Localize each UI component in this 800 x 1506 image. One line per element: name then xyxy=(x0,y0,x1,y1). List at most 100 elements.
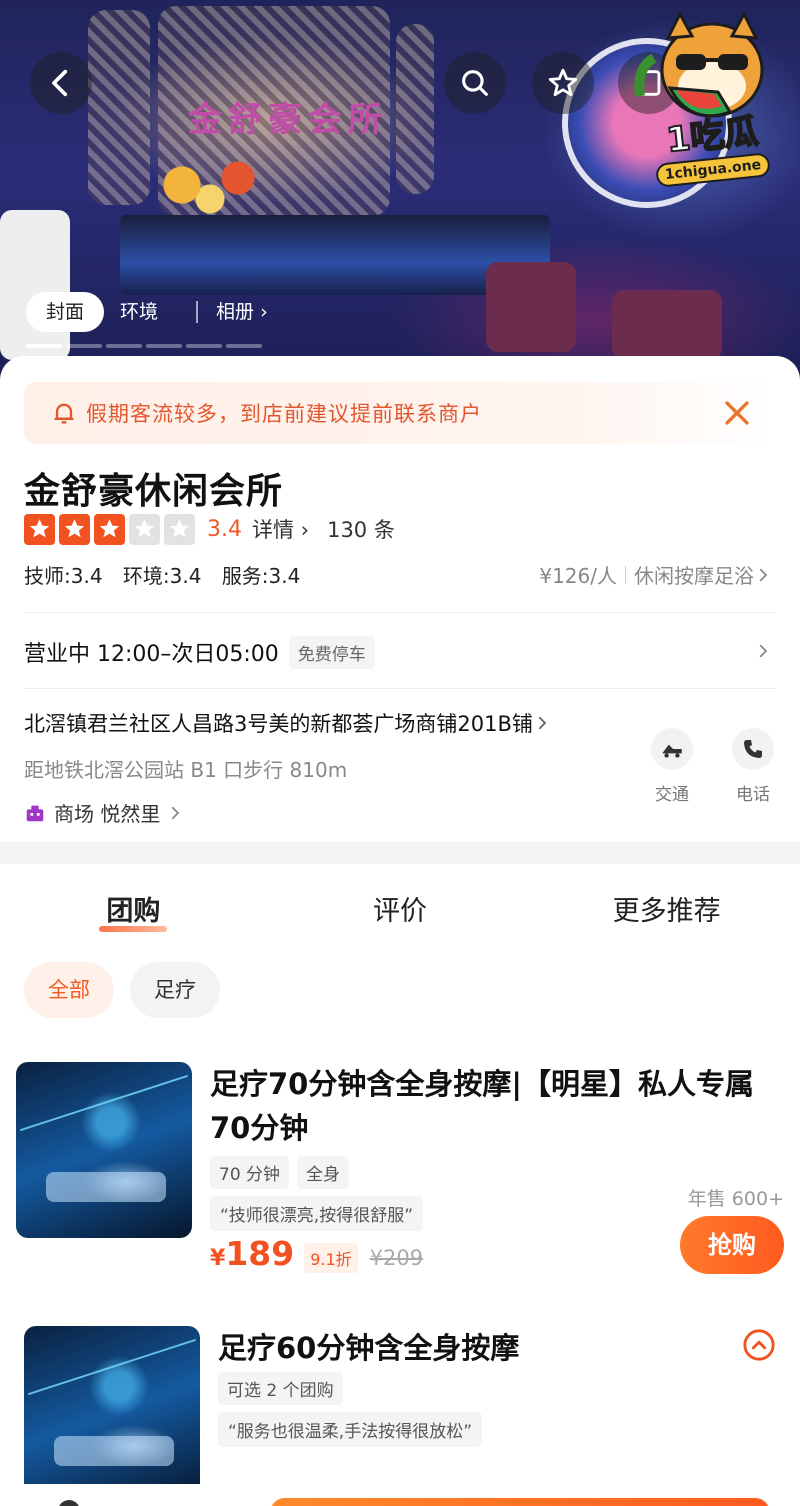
deal-review-quote: “技师很漂亮,按得很舒服” xyxy=(210,1196,424,1231)
tab-more-recommendations[interactable]: 更多推荐 xyxy=(533,890,800,940)
chevron-right-icon[interactable] xyxy=(754,642,772,660)
price-category-link[interactable]: ¥126/人 休闲按摩足浴 xyxy=(539,560,772,589)
score-technician: 技师:3.4 xyxy=(24,564,103,588)
deal-image xyxy=(16,1062,192,1238)
mall-link[interactable]: 商场 悦然里 xyxy=(24,798,184,827)
hero-chair xyxy=(612,290,722,360)
address-link[interactable]: 北滘镇君兰社区人昌路3号美的新都荟广场商铺201B铺 xyxy=(24,708,551,738)
deal-image-bed xyxy=(54,1436,174,1466)
hero-tabs: 封面 环境 相册 › xyxy=(26,292,284,332)
hero-flowers xyxy=(140,150,280,220)
back-button[interactable] xyxy=(30,52,92,114)
deal-tag: 全身 xyxy=(297,1156,350,1189)
score-environment: 环境:3.4 xyxy=(122,564,202,588)
deal-price: ¥189 xyxy=(210,1234,294,1273)
star-rating xyxy=(24,513,199,545)
phone-label: 电话 xyxy=(736,785,770,805)
deal-price-row: ¥189 9.1折 ¥209 xyxy=(210,1234,423,1273)
hero-chair xyxy=(486,262,576,352)
chevron-right-icon xyxy=(172,806,180,819)
chevron-right-icon xyxy=(538,716,547,730)
carousel-dot xyxy=(226,344,262,348)
score-service: 服务:3.4 xyxy=(221,564,301,588)
notice-banner: 假期客流较多，到店前建议提前联系商户 xyxy=(24,382,776,444)
phone-button[interactable]: 电话 xyxy=(723,728,783,805)
filter-chip-all[interactable]: 全部 xyxy=(24,962,114,1018)
deal-image-light xyxy=(19,1074,189,1132)
divider xyxy=(24,612,776,613)
tab-group-buy[interactable]: 团购 xyxy=(0,890,267,940)
business-hours-row[interactable]: 营业中 12:00–次日05:00 免费停车 xyxy=(24,634,375,670)
deal-tag: 70 分钟 xyxy=(210,1156,290,1189)
chevron-right-icon: › xyxy=(260,301,268,323)
deal-filters: 全部 足疗 xyxy=(24,962,220,1018)
annual-sales: 年售 600+ xyxy=(687,1188,784,1210)
shop-category: 休闲按摩足浴 xyxy=(634,564,754,588)
tab-reviews[interactable]: 评价 xyxy=(267,890,534,940)
bottom-action-bar xyxy=(0,1484,800,1506)
deal-tags: 70 分钟 全身 xyxy=(210,1156,350,1189)
bottom-bar-icon[interactable] xyxy=(58,1500,80,1506)
deals-section: 团购 评价 更多推荐 全部 足疗 足疗70分钟含全身按摩|【明星】私人专属70分… xyxy=(0,864,800,1506)
tab-group-buy-label: 团购 xyxy=(106,896,161,927)
filter-chip-foot-therapy[interactable]: 足疗 xyxy=(130,962,220,1018)
search-button[interactable] xyxy=(444,52,506,114)
deal-image xyxy=(24,1326,200,1502)
deal-item[interactable]: 足疗60分钟含全身按摩 可选 2 个团购 “服务也很温柔,手法按得很放松” xyxy=(24,1326,786,1506)
original-price: ¥209 xyxy=(369,1246,424,1270)
buy-button[interactable]: 抢购 xyxy=(680,1216,784,1274)
star-filled-icon xyxy=(59,513,90,545)
star-empty-icon xyxy=(129,513,160,545)
carousel-dot-active xyxy=(26,344,62,348)
deal-title: 足疗70分钟含全身按摩|【明星】私人专属70分钟 xyxy=(210,1067,754,1145)
bell-icon xyxy=(54,403,74,424)
currency-symbol: ¥ xyxy=(210,1246,226,1271)
mall-icon xyxy=(26,805,44,821)
carousel-dot xyxy=(106,344,142,348)
bottom-cta-button[interactable] xyxy=(270,1498,770,1506)
business-hours: 营业中 12:00–次日05:00 xyxy=(24,642,279,667)
tab-more-label: 更多推荐 xyxy=(612,896,721,927)
chevron-right-icon xyxy=(759,568,768,581)
deal-item[interactable]: 足疗70分钟含全身按摩|【明星】私人专属70分钟 70 分钟 全身 “技师很漂亮… xyxy=(16,1062,786,1274)
rating-details-link[interactable]: 详情 › xyxy=(252,514,309,544)
favorite-button[interactable] xyxy=(532,52,594,114)
rating-score: 3.4 xyxy=(207,516,242,542)
phone-icon-wrap xyxy=(732,728,774,770)
sub-scores: 技师:3.4 环境:3.4 服务:3.4 xyxy=(24,560,314,589)
chevron-up-circle-icon[interactable] xyxy=(742,1328,776,1362)
hero-chair xyxy=(0,210,70,360)
hero-shop-sign: 金舒豪会所 xyxy=(188,100,388,140)
close-icon[interactable] xyxy=(720,396,754,430)
rating-details-label: 详情 xyxy=(252,518,294,542)
deal-review-quote: “服务也很温柔,手法按得很放松” xyxy=(218,1412,483,1447)
tab-reviews-label: 评价 xyxy=(373,896,427,927)
chevron-left-icon xyxy=(52,69,68,97)
deal-image-bed xyxy=(46,1172,166,1202)
hero-carousel-indicator xyxy=(26,344,262,348)
transit-button[interactable]: 交通 xyxy=(642,728,702,805)
deal-price-value: 189 xyxy=(225,1234,295,1273)
discount-badge: 9.1折 xyxy=(304,1243,358,1273)
search-icon xyxy=(462,70,488,96)
divider xyxy=(24,688,776,689)
deal-tag: 可选 2 个团购 xyxy=(218,1372,343,1405)
hero-tab-environment[interactable]: 环境 xyxy=(104,292,174,332)
section-tabs: 团购 评价 更多推荐 xyxy=(0,890,800,940)
star-outline-icon xyxy=(548,68,578,97)
hero-tab-album[interactable]: 相册 › xyxy=(196,301,284,323)
transit-label: 交通 xyxy=(655,785,689,805)
notice-text: 假期客流较多，到店前建议提前联系商户 xyxy=(86,402,482,426)
watermark-logo: 1吃瓜 1chigua.one xyxy=(630,8,790,188)
star-filled-icon xyxy=(94,513,125,545)
deal-image-light xyxy=(27,1338,197,1396)
hero-gallery[interactable]: 金舒豪会所 1吃瓜 1chigua.one 封面 环境 相册 › xyxy=(0,0,800,380)
phone-icon xyxy=(744,740,762,758)
parking-tag: 免费停车 xyxy=(288,635,375,669)
carousel-dot xyxy=(186,344,222,348)
carousel-dot xyxy=(66,344,102,348)
hero-decor-panel-right xyxy=(396,24,434,194)
rating-row[interactable]: 3.4 详情 › 130 条 xyxy=(24,512,395,546)
hero-tab-cover[interactable]: 封面 xyxy=(26,292,105,332)
star-empty-icon xyxy=(164,513,195,545)
